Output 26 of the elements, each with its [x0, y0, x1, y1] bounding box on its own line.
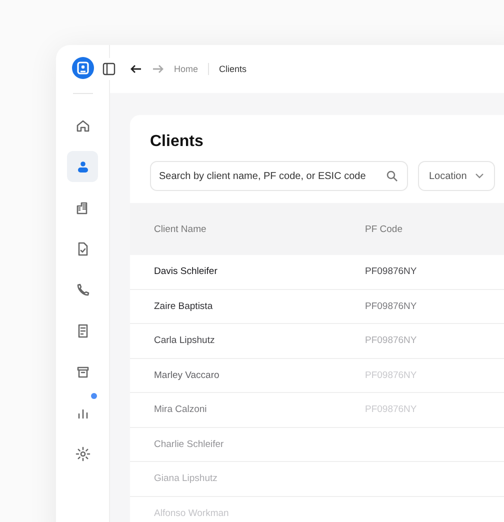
column-header: PF Code: [365, 224, 402, 234]
chevron-down-icon: [474, 173, 484, 179]
table-cell: PF09876NY: [365, 335, 417, 346]
breadcrumb-link[interactable]: Clients: [219, 64, 247, 74]
sidebar-item[interactable]: [67, 151, 98, 182]
back-arrow-icon[interactable]: [130, 64, 142, 74]
settings-icon: [74, 446, 90, 462]
table-cell-text: Zaire Baptista: [153, 300, 214, 312]
search-field[interactable]: Search by client name, PF code, or ESIC code: [150, 161, 408, 191]
location-dropdown[interactable]: Location: [418, 161, 495, 191]
breadcrumb-link[interactable]: Home: [174, 64, 198, 74]
search-icon: [386, 170, 398, 182]
table-cell-text: Marley Vaccaro: [153, 370, 220, 381]
column-header: Client Name: [153, 224, 208, 234]
table-cell-text: Mira Calzoni: [153, 404, 208, 416]
table-cell-text: Giana Lipshutz: [153, 473, 218, 484]
table-cell-text: Alfonso Workman: [153, 508, 230, 519]
table-cell-text: Carla Lipshutz: [153, 335, 216, 346]
logo-icon: [72, 57, 94, 79]
table-cell-text: Charlie Schleifer: [153, 438, 225, 450]
table-cell: PF09876NY: [365, 300, 417, 312]
page-title: Clients: [149, 132, 204, 151]
phone-icon: [74, 282, 90, 298]
table-cell: PF09876NY: [365, 266, 417, 278]
table-cell-text: Davis Schleifer: [153, 266, 218, 278]
home-icon: [74, 118, 90, 134]
